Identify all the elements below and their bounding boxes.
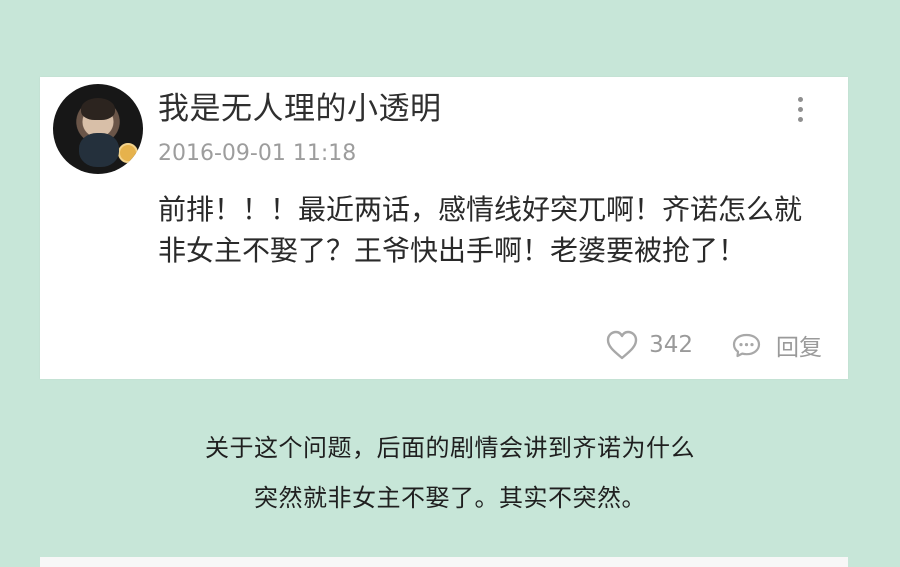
heart-icon [606, 330, 638, 360]
verified-badge-icon [118, 143, 138, 163]
avatar[interactable] [53, 84, 143, 174]
reply-button[interactable]: 回复 [731, 328, 822, 362]
menu-dot [797, 97, 803, 102]
reply-label: 回复 [776, 335, 822, 361]
comment-text: 前排！！！最近两话，感情线好突兀啊！齐诺怎么就非女主不娶了？王爷快出手啊！老婆要… [158, 193, 803, 267]
comment-actions: 342 回复 [605, 327, 822, 363]
more-options-icon[interactable] [796, 97, 804, 125]
caption-line-2: 突然就非女主不娶了。其实不突然。 [254, 484, 646, 512]
menu-dot [797, 107, 803, 112]
next-card-edge [40, 557, 848, 567]
username[interactable]: 我是无人理的小透明 [158, 89, 442, 129]
like-button[interactable]: 342 [605, 330, 693, 360]
like-count: 342 [649, 332, 693, 358]
comment-card: 我是无人理的小透明 2016-09-01 11:18 前排！！！最近两话，感情线… [40, 77, 848, 379]
post-timestamp: 2016-09-01 11:18 [158, 141, 357, 166]
comment-bubble-icon [732, 333, 761, 357]
menu-dot [797, 117, 803, 122]
caption-line-1: 关于这个问题，后面的剧情会讲到齐诺为什么 [205, 434, 695, 462]
